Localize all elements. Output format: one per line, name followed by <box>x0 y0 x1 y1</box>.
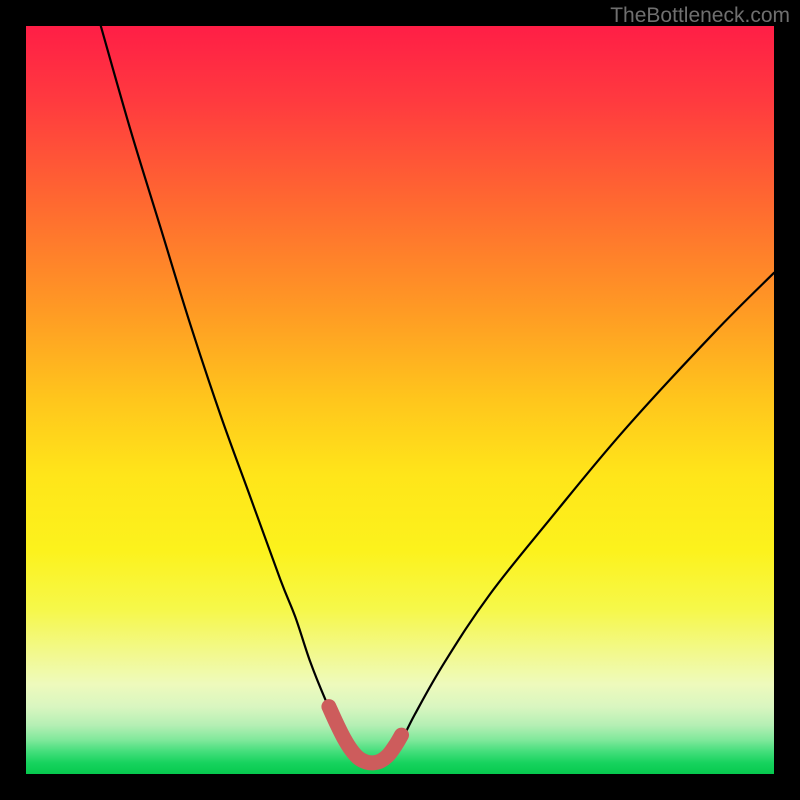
plot-area <box>26 26 774 774</box>
curve-layer <box>26 26 774 774</box>
bottleneck-curve <box>101 26 774 763</box>
chart-frame: TheBottleneck.com <box>0 0 800 800</box>
optimal-zone-marker <box>329 707 402 763</box>
watermark-text: TheBottleneck.com <box>610 4 790 28</box>
